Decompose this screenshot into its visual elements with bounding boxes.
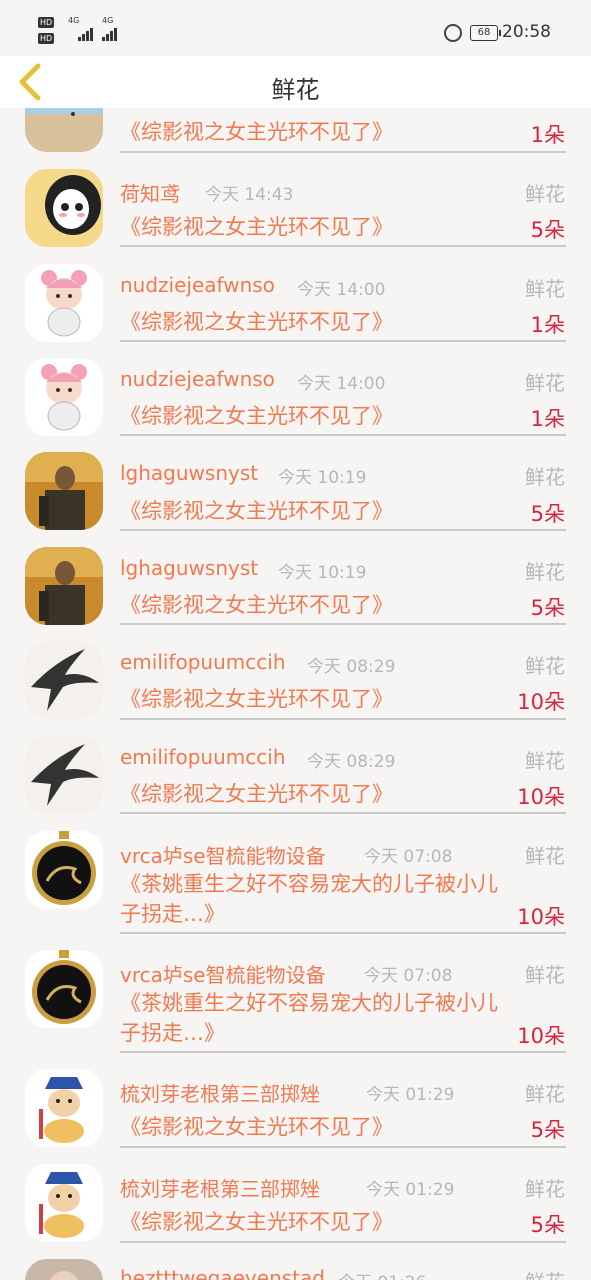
status-bar: HD HD 4G 4G 68 20:58 [0,0,591,56]
timestamp: 今天 01:29 [366,1085,455,1105]
battery-icon: 68 [470,25,501,41]
flower-count: 10朵 [517,785,565,809]
book-title[interactable]: 《综影视之女主光环不见了》 [120,401,520,431]
user-name[interactable]: lghaguwsnyst [120,461,258,485]
user-name[interactable]: 梳刘芽老根第三部掷矬 [120,1078,320,1107]
flower-list[interactable]: 《综影视之女主光环不见了》 1朵 荷知鸢 今天 14:43 鲜花 《综影视之女主… [0,0,591,1280]
user-name[interactable]: lghaguwsnyst [120,556,258,580]
divider [120,1146,566,1148]
user-name[interactable]: emilifopuumccih [120,745,286,769]
sim2-label: HD [38,33,55,44]
divider [120,434,566,436]
flower-count: 1朵 [530,313,565,337]
book-title[interactable]: 《综影视之女主光环不见了》 [120,684,520,714]
divider [120,245,566,247]
user-name[interactable]: heztttwegaeyenstad [120,1266,325,1280]
avatar [25,641,103,719]
signal-icon: 4G [68,16,94,41]
avatar [25,736,103,814]
avatar [25,358,103,436]
gift-label: 鲜花 [525,844,565,868]
timestamp: 今天 14:00 [297,280,386,300]
book-title[interactable]: 《综影视之女主光环不见了》 [120,590,520,620]
flower-count: 10朵 [517,690,565,714]
avatar [25,1069,103,1147]
user-name[interactable]: nudziejeafwnso [120,273,275,297]
timestamp: 今天 07:08 [364,966,453,986]
gift-label: 鲜花 [525,1266,565,1280]
book-title[interactable]: 《茶姚重生之好不容易宠大的儿子被小儿子拐走…》 [120,869,515,929]
gift-label: 鲜花 [525,1177,565,1201]
avatar [25,831,103,909]
gift-label: 鲜花 [525,182,565,206]
network1-label: 4G [68,16,80,25]
timestamp: 今天 07:08 [364,847,453,867]
timestamp: 今天 14:00 [297,374,386,394]
avatar [25,169,103,247]
avatar [25,1164,103,1242]
network2-label: 4G [102,16,114,25]
avatar [25,264,103,342]
divider [120,932,566,934]
gift-label: 鲜花 [525,749,565,773]
avatar [25,1259,103,1280]
timestamp: 今天 01:29 [366,1180,455,1200]
page-title: 鲜花 [271,76,320,104]
flower-count: 5朵 [530,502,565,526]
divider [120,529,566,531]
timestamp: 今天 10:19 [278,468,367,488]
sim1-label: HD [38,17,55,28]
clock: 20:58 [502,22,551,42]
flower-count: 5朵 [530,1213,565,1237]
divider [120,718,566,720]
divider [120,151,566,153]
book-title[interactable]: 《综影视之女主光环不见了》 [120,117,520,147]
user-name[interactable]: vrca垆se智梳能物设备 [120,840,326,869]
user-name[interactable]: 荷知鸢 [120,178,180,207]
user-name[interactable]: emilifopuumccih [120,650,286,674]
flower-count: 10朵 [517,1024,565,1048]
user-name[interactable]: nudziejeafwnso [120,367,275,391]
book-title[interactable]: 《茶姚重生之好不容易宠大的儿子被小儿子拐走…》 [120,988,515,1048]
gift-label: 鲜花 [525,963,565,987]
user-name[interactable]: vrca垆se智梳能物设备 [120,959,326,988]
sim-indicator: HD HD [38,17,56,45]
book-title[interactable]: 《综影视之女主光环不见了》 [120,496,520,526]
avatar [25,547,103,625]
book-title[interactable]: 《综影视之女主光环不见了》 [120,779,520,809]
flower-count: 5朵 [530,596,565,620]
gift-label: 鲜花 [525,560,565,584]
top-app-bar: 鲜花 [0,56,591,108]
timestamp: 今天 08:29 [307,657,396,677]
gift-label: 鲜花 [525,277,565,301]
book-title[interactable]: 《综影视之女主光环不见了》 [120,307,520,337]
signal-icon-2: 4G [102,16,118,41]
timestamp: 今天 01:26 [338,1268,426,1280]
alarm-icon [444,24,462,42]
timestamp: 今天 14:43 [205,185,294,205]
flower-count: 5朵 [530,218,565,242]
book-title[interactable]: 《综影视之女主光环不见了》 [120,1207,520,1237]
gift-label: 鲜花 [525,371,565,395]
gift-label: 鲜花 [525,1082,565,1106]
divider [120,1241,566,1243]
gift-label: 鲜花 [525,654,565,678]
flower-count: 10朵 [517,905,565,929]
gift-label: 鲜花 [525,465,565,489]
divider [120,812,566,814]
flower-count: 1朵 [530,407,565,431]
divider [120,340,566,342]
book-title[interactable]: 《综影视之女主光环不见了》 [120,212,520,242]
book-title[interactable]: 《综影视之女主光环不见了》 [120,1112,520,1142]
flower-count: 1朵 [530,123,565,147]
timestamp: 今天 10:19 [278,563,367,583]
timestamp: 今天 08:29 [307,752,396,772]
flower-count: 5朵 [530,1118,565,1142]
divider [120,623,566,625]
avatar [25,950,103,1028]
avatar [25,452,103,530]
user-name[interactable]: 梳刘芽老根第三部掷矬 [120,1173,320,1202]
divider [120,1051,566,1053]
